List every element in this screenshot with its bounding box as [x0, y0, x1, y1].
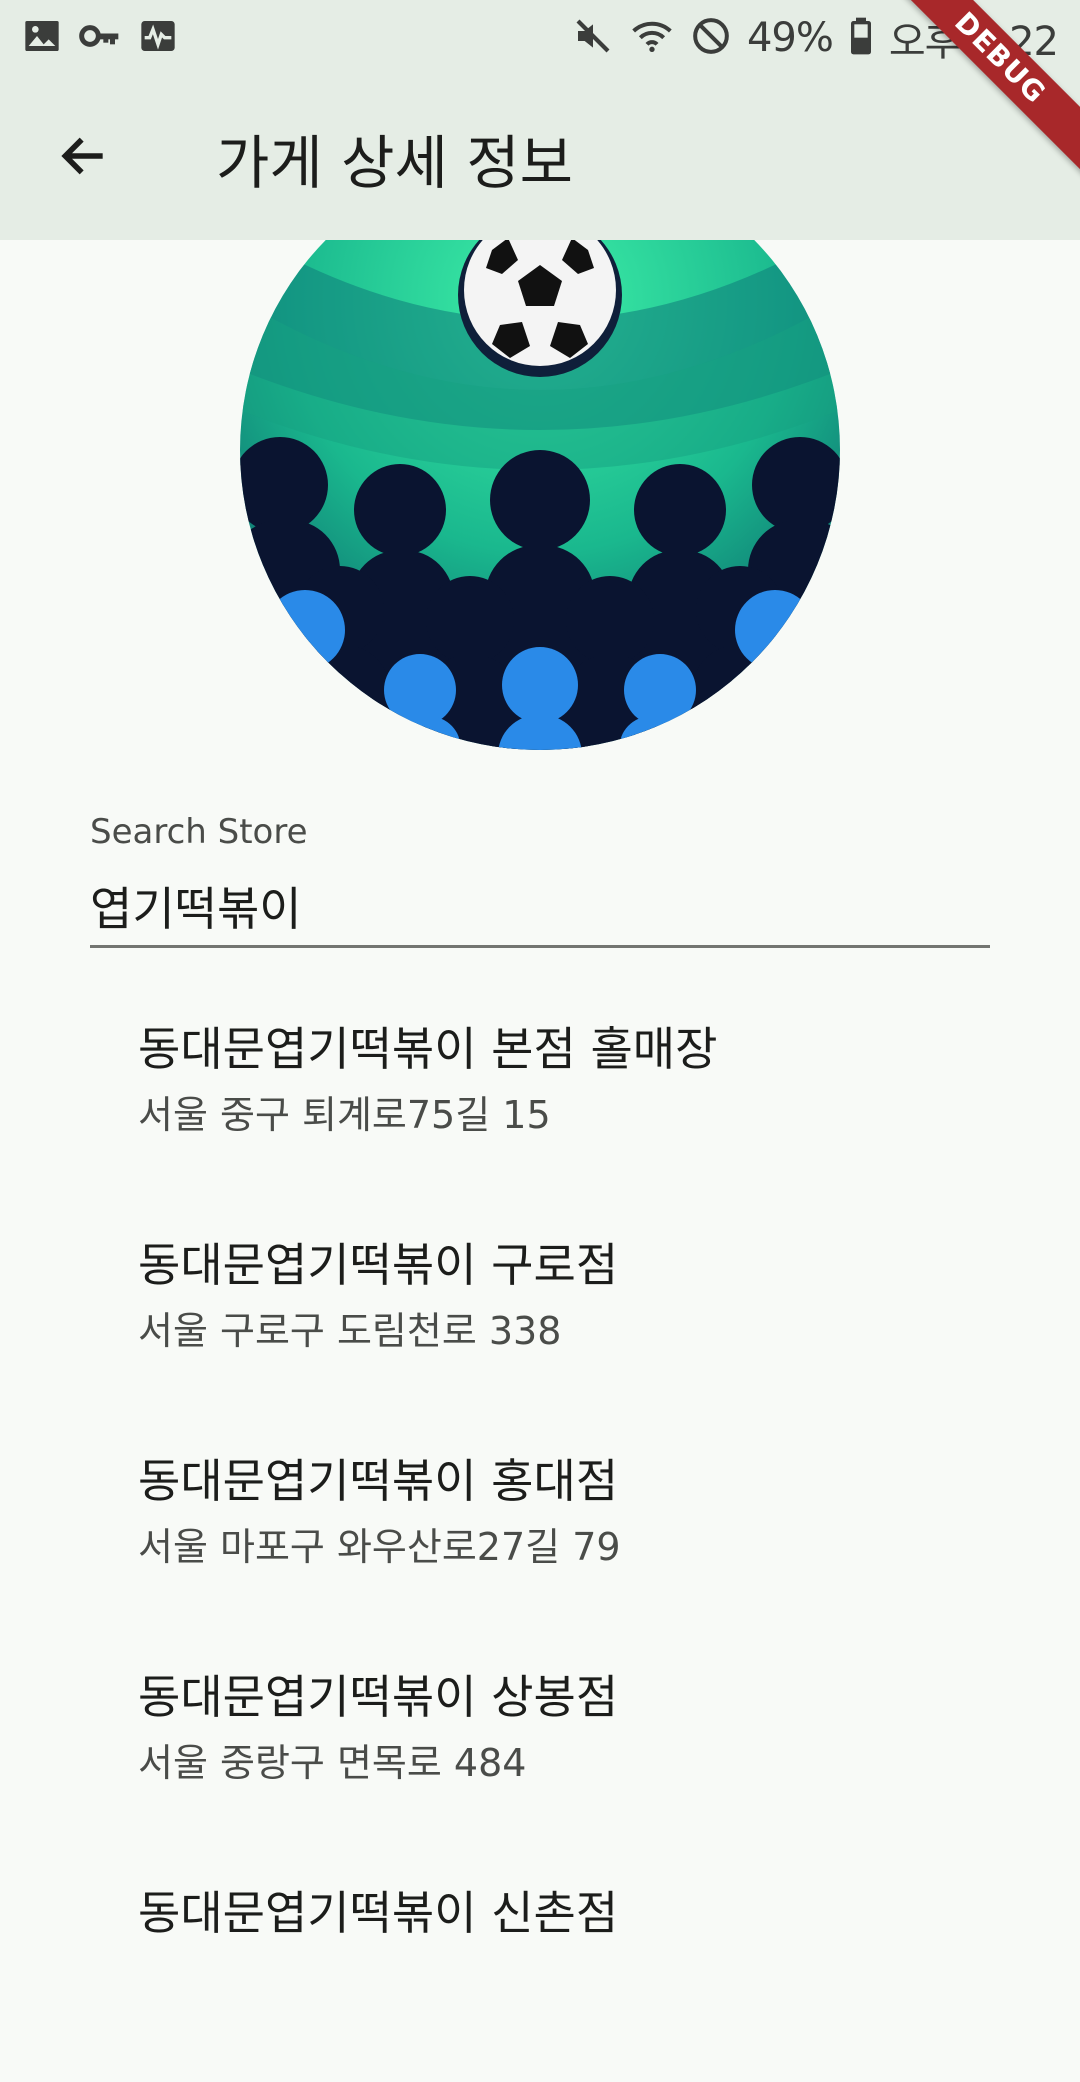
avatar-area [0, 240, 1080, 760]
list-item[interactable]: 동대문엽기떡볶이 신촌점 [0, 1866, 1080, 2082]
store-name: 동대문엽기떡볶이 구로점 [138, 1238, 619, 1292]
key-icon [78, 16, 122, 60]
store-address: 서울 구로구 도림천로 338 [138, 1309, 562, 1353]
list-item[interactable]: 동대문엽기떡볶이 구로점 서울 구로구 도림천로 338 [0, 1218, 1080, 1434]
store-name: 동대문엽기떡볶이 신촌점 [138, 1886, 619, 1940]
arrow-back-icon [56, 128, 112, 188]
store-address: 서울 마포구 와우산로27길 79 [138, 1525, 621, 1569]
search-input[interactable] [90, 866, 990, 948]
activity-icon [138, 16, 178, 60]
mute-icon [573, 16, 613, 60]
battery-percent: 49% [746, 15, 834, 61]
store-address: 서울 중랑구 면목로 484 [138, 1741, 527, 1785]
soccer-crowd-illustration [240, 240, 840, 750]
store-name: 동대문엽기떡볶이 상봉점 [138, 1670, 619, 1724]
image-icon [22, 16, 62, 60]
list-item[interactable]: 동대문엽기떡볶이 홍대점 서울 마포구 와우산로27길 79 [0, 1434, 1080, 1650]
store-name: 동대문엽기떡볶이 본점 홀매장 [138, 1022, 718, 1076]
list-item[interactable]: 동대문엽기떡볶이 상봉점 서울 중랑구 면목로 484 [0, 1650, 1080, 1866]
list-item[interactable]: 동대문엽기떡볶이 본점 홀매장 서울 중구 퇴계로75길 15 [0, 1002, 1080, 1218]
app-bar: 가게 상세 정보 [0, 76, 1080, 240]
search-label: Search Store [90, 812, 308, 852]
battery-icon [849, 16, 873, 60]
page-title: 가게 상세 정보 [216, 129, 574, 197]
store-avatar [240, 240, 840, 750]
results-list: 동대문엽기떡볶이 본점 홀매장 서울 중구 퇴계로75길 15 동대문엽기떡볶이… [0, 1002, 1080, 2082]
status-bar: 49% 오후 9:22 [0, 0, 1080, 76]
search-store-field: Search Store [90, 812, 990, 948]
status-left [22, 16, 178, 60]
back-button[interactable] [24, 98, 144, 218]
store-address: 서울 중구 퇴계로75길 15 [138, 1093, 551, 1137]
do-not-disturb-icon [691, 16, 731, 60]
store-name: 동대문엽기떡볶이 홍대점 [138, 1454, 619, 1508]
wifi-icon [629, 16, 675, 60]
